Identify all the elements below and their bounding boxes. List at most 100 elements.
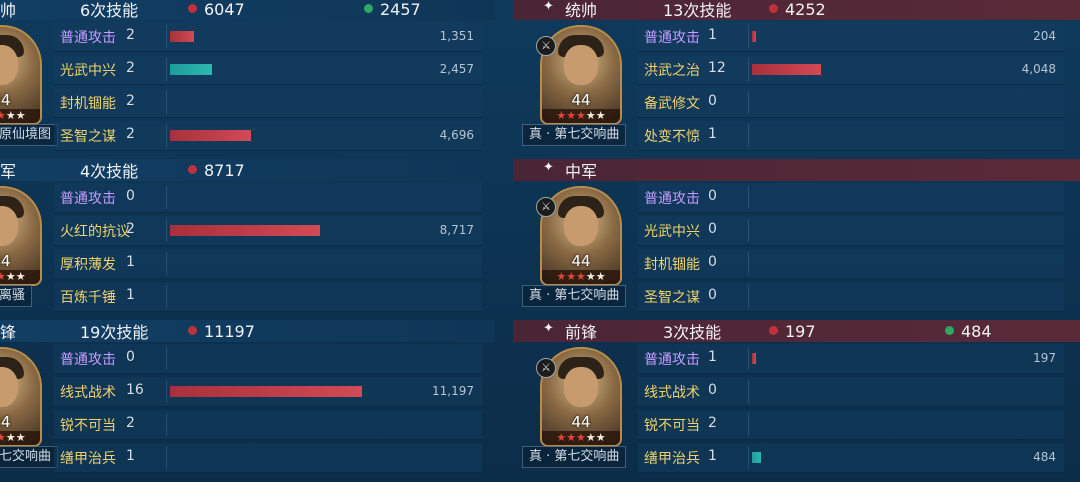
skill-uses: 0 bbox=[708, 188, 717, 204]
star-rating: ★★★★★ bbox=[0, 431, 40, 445]
damage-total: 197 bbox=[785, 321, 816, 341]
skill-row: 封机锢能 0 bbox=[638, 249, 1064, 279]
skill-count: 19次技能 bbox=[80, 323, 149, 342]
skill-uses: 16 bbox=[126, 382, 144, 398]
row-divider bbox=[166, 124, 167, 147]
skill-row: 锐不可当 2 bbox=[54, 410, 482, 440]
equipment-badge-icon[interactable]: ⚔ bbox=[536, 36, 556, 56]
skill-uses: 1 bbox=[708, 448, 717, 464]
general-level: 44 bbox=[571, 413, 591, 431]
skill-row: 封机锢能 2 bbox=[54, 88, 482, 118]
general-level: 44 bbox=[571, 91, 591, 109]
row-divider bbox=[748, 91, 749, 114]
portrait-face bbox=[564, 367, 598, 407]
damage-total: 6047 bbox=[204, 0, 245, 19]
damage-dot-icon bbox=[188, 326, 197, 335]
skill-damage-value: 4,696 bbox=[439, 128, 474, 142]
damage-bar bbox=[752, 452, 761, 463]
row-divider bbox=[748, 252, 749, 275]
skill-count: 6次技能 bbox=[80, 1, 139, 20]
row-divider bbox=[748, 446, 749, 469]
row-divider bbox=[166, 58, 167, 81]
row-divider bbox=[166, 91, 167, 114]
section-header: 军 4次技能 8717 bbox=[0, 159, 495, 181]
section-role: 统帅 bbox=[565, 1, 598, 20]
star-rating: ★★★★★ bbox=[0, 109, 40, 123]
skill-name: 普通攻击 bbox=[60, 30, 116, 46]
skill-row: 圣智之谋 0 bbox=[638, 282, 1064, 312]
row-divider bbox=[166, 413, 167, 436]
portrait-face bbox=[564, 206, 598, 246]
star-rating: ★★★★★ bbox=[542, 109, 620, 123]
skill-uses: 0 bbox=[126, 349, 135, 365]
tactic-label: 七交响曲 bbox=[0, 446, 59, 468]
row-divider bbox=[748, 58, 749, 81]
skill-row: 备武修文 0 bbox=[638, 88, 1064, 118]
tactic-label: 原仙境图 bbox=[0, 124, 59, 146]
skill-uses: 2 bbox=[126, 415, 135, 431]
skill-uses: 0 bbox=[708, 382, 717, 398]
sparkle-icon: ✦ bbox=[543, 321, 554, 336]
skill-damage-value: 11,197 bbox=[432, 384, 474, 398]
skill-name: 封机锢能 bbox=[60, 96, 116, 112]
equipment-badge-icon[interactable]: ⚔ bbox=[536, 197, 556, 217]
section-header: 帅 6次技能 6047 2457 bbox=[0, 0, 495, 20]
skill-row: 洪武之治 12 4,048 bbox=[638, 55, 1064, 85]
general-level: 44 bbox=[0, 413, 11, 431]
skill-count: 13次技能 bbox=[663, 1, 732, 20]
row-divider bbox=[748, 380, 749, 403]
star-rating: ★★★★★ bbox=[542, 431, 620, 445]
row-divider bbox=[748, 413, 749, 436]
skill-damage-value: 1,351 bbox=[439, 29, 474, 43]
skill-damage-value: 8,717 bbox=[439, 223, 474, 237]
skill-uses: 2 bbox=[126, 126, 135, 142]
row-divider bbox=[748, 124, 749, 147]
skill-name: 锐不可当 bbox=[60, 418, 116, 434]
star-rating: ★★★★★ bbox=[0, 270, 40, 284]
row-divider bbox=[166, 186, 167, 209]
skill-name: 缮甲治兵 bbox=[60, 451, 116, 467]
equipment-badge-icon[interactable]: ⚔ bbox=[536, 358, 556, 378]
skill-row: 线式战术 0 bbox=[638, 377, 1064, 407]
skill-row: 圣智之谋 2 4,696 bbox=[54, 121, 482, 151]
skill-uses: 1 bbox=[126, 287, 135, 303]
skill-uses: 1 bbox=[708, 349, 717, 365]
skill-name: 洪武之治 bbox=[644, 63, 700, 79]
skill-row: 普通攻击 1 197 bbox=[638, 344, 1064, 374]
skill-name: 圣智之谋 bbox=[644, 290, 700, 306]
general-portrait[interactable]: 44★★★★★ bbox=[0, 347, 42, 447]
skill-uses: 1 bbox=[708, 126, 717, 142]
damage-total: 8717 bbox=[204, 160, 245, 180]
skill-damage-value: 484 bbox=[1033, 450, 1056, 464]
damage-total: 11197 bbox=[204, 321, 255, 341]
damage-dot-icon bbox=[188, 165, 197, 174]
section-role: 中军 bbox=[565, 162, 598, 181]
damage-total: 4252 bbox=[785, 0, 826, 19]
skill-name: 普通攻击 bbox=[644, 352, 700, 368]
skill-name: 光武中兴 bbox=[644, 224, 700, 240]
portrait-face bbox=[564, 45, 598, 85]
heal-dot-icon bbox=[945, 326, 954, 335]
general-level: 44 bbox=[0, 91, 11, 109]
skill-row: 光武中兴 0 bbox=[638, 216, 1064, 246]
damage-bar bbox=[752, 31, 756, 42]
general-portrait[interactable]: 44★★★★★ bbox=[0, 186, 42, 286]
damage-bar bbox=[170, 225, 320, 236]
skill-row: 光武中兴 2 2,457 bbox=[54, 55, 482, 85]
skill-uses: 2 bbox=[708, 415, 717, 431]
skill-row: 厚积薄发 1 bbox=[54, 249, 482, 279]
section-role: 军 bbox=[0, 162, 17, 181]
skill-row: 普通攻击 0 bbox=[54, 183, 482, 213]
skill-uses: 0 bbox=[708, 93, 717, 109]
skill-uses: 1 bbox=[126, 254, 135, 270]
skill-name: 备武修文 bbox=[644, 96, 700, 112]
general-level: 44 bbox=[0, 252, 11, 270]
damage-bar bbox=[170, 64, 212, 75]
section-role: 锋 bbox=[0, 323, 17, 342]
skill-uses: 2 bbox=[126, 60, 135, 76]
skill-name: 普通攻击 bbox=[60, 191, 116, 207]
skill-name: 百炼千锤 bbox=[60, 290, 116, 306]
skill-row: 普通攻击 2 1,351 bbox=[54, 22, 482, 52]
general-portrait[interactable]: 44★★★★★ bbox=[0, 25, 42, 125]
section-header: ✦ 统帅 13次技能 4252 bbox=[513, 0, 1080, 20]
